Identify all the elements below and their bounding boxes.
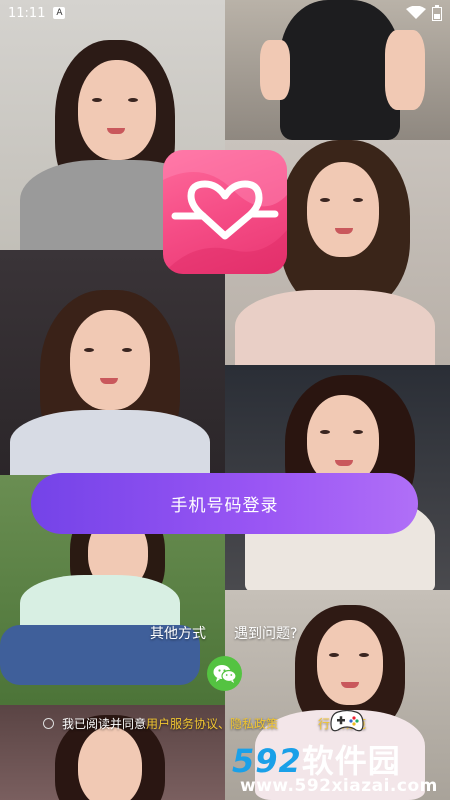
other-methods-label: 其他方式 xyxy=(150,626,206,642)
wifi-icon xyxy=(406,6,426,19)
status-time: 11:11 xyxy=(8,5,46,21)
watermark-url: www.592xiazai.com xyxy=(240,776,438,796)
agreement-row: 我已阅读并同意用户服务协议、隐私政策行为规范 xyxy=(43,712,443,734)
user-agreement-link[interactable]: 用户服务协议、 xyxy=(146,717,230,731)
app-logo xyxy=(163,150,287,274)
wechat-login-button[interactable] xyxy=(207,656,242,691)
watermark-brand-number: 592 xyxy=(232,742,302,780)
privacy-policy-link[interactable]: 隐私政策 xyxy=(230,717,278,731)
help-link[interactable]: 遇到问题? xyxy=(234,623,297,643)
wechat-icon xyxy=(213,664,237,683)
phone-login-button[interactable]: 手机号码登录 xyxy=(31,473,418,534)
input-method-badge: A xyxy=(53,7,66,19)
agreement-prefix: 我已阅读并同意 xyxy=(62,716,147,731)
status-bar: 11:11 A xyxy=(0,0,450,26)
site-watermark: 592软件园 www.592xiazai.com xyxy=(232,736,450,800)
bg-photo-4 xyxy=(0,250,225,475)
gamepad-icon xyxy=(330,709,364,732)
watermark-brand-text: 软件园 xyxy=(301,742,401,780)
battery-icon xyxy=(432,5,442,21)
agreement-checkbox[interactable] xyxy=(43,717,54,729)
heartbeat-logo-icon xyxy=(163,150,287,274)
